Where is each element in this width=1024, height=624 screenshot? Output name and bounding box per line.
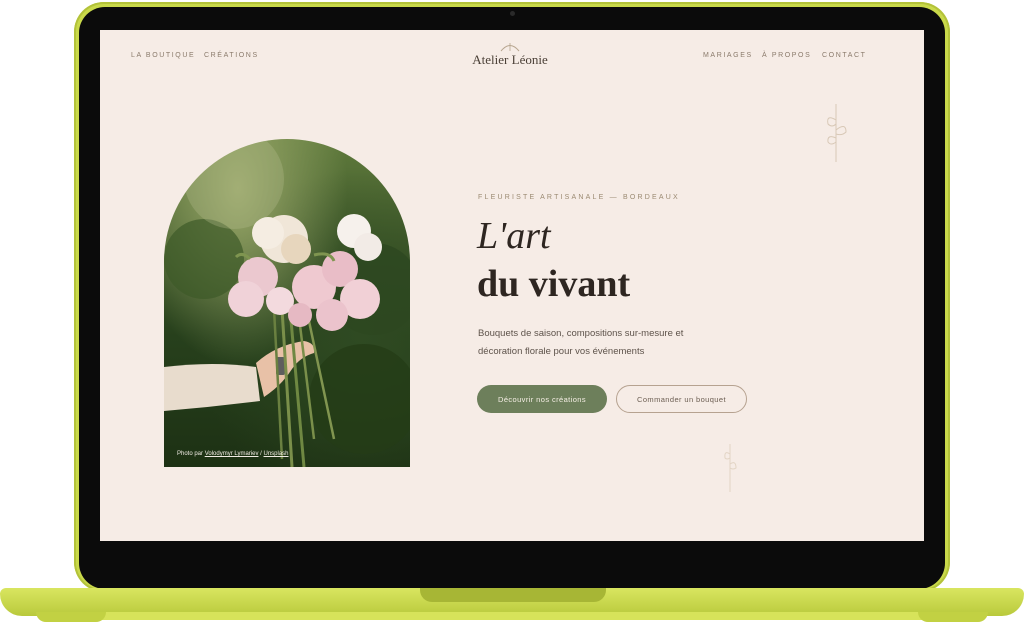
photo-credit-prefix: Photo par [177, 451, 205, 457]
nav-link-a-propos[interactable]: À PROPOS [762, 52, 811, 59]
order-bouquet-button[interactable]: Commander un bouquet [616, 385, 747, 413]
hero-description: Bouquets de saison, compositions sur-mes… [478, 325, 738, 361]
hero-title-line2: du vivant [477, 263, 631, 305]
photo-credit-author-link[interactable]: Volodymyr Lymariev [205, 451, 259, 457]
discover-creations-button[interactable]: Découvrir nos créations [477, 385, 607, 413]
nav-link-boutique[interactable]: LA BOUTIQUE [131, 52, 195, 59]
camera-icon [510, 11, 515, 16]
botanical-sprig-icon [827, 104, 847, 162]
nav-link-mariages[interactable]: MARIAGES [703, 52, 753, 59]
logo-text: Atelier Léonie [472, 52, 548, 67]
photo-credit: Photo par Volodymyr Lymariev / Unsplash [177, 451, 289, 457]
website-screen: LA BOUTIQUE CRÉATIONS Atelier Léonie MAR… [100, 30, 924, 541]
nav-link-contact[interactable]: CONTACT [822, 52, 867, 59]
laptop-opening-notch [420, 588, 606, 602]
laptop-foot-left [36, 612, 106, 622]
site-logo[interactable]: Atelier Léonie [435, 42, 585, 68]
photo-credit-source-link[interactable]: Unsplash [264, 451, 289, 457]
logo-leaf-icon [500, 43, 520, 52]
botanical-sprig-icon [724, 444, 737, 492]
nav-link-creations[interactable]: CRÉATIONS [204, 52, 259, 59]
laptop-base-lip [40, 612, 984, 620]
hero-eyebrow: FLEURISTE ARTISANALE — BORDEAUX [478, 194, 680, 201]
laptop-foot-right [918, 612, 988, 622]
hero-description-line1: Bouquets de saison, compositions sur-mes… [478, 328, 684, 339]
bouquet-illustration [164, 139, 410, 467]
hero-description-line2: décoration florale pour vos événements [478, 346, 645, 357]
bouquet-photo: Photo par Volodymyr Lymariev / Unsplash [164, 139, 410, 467]
hero-title-line1: L'art [477, 215, 551, 257]
